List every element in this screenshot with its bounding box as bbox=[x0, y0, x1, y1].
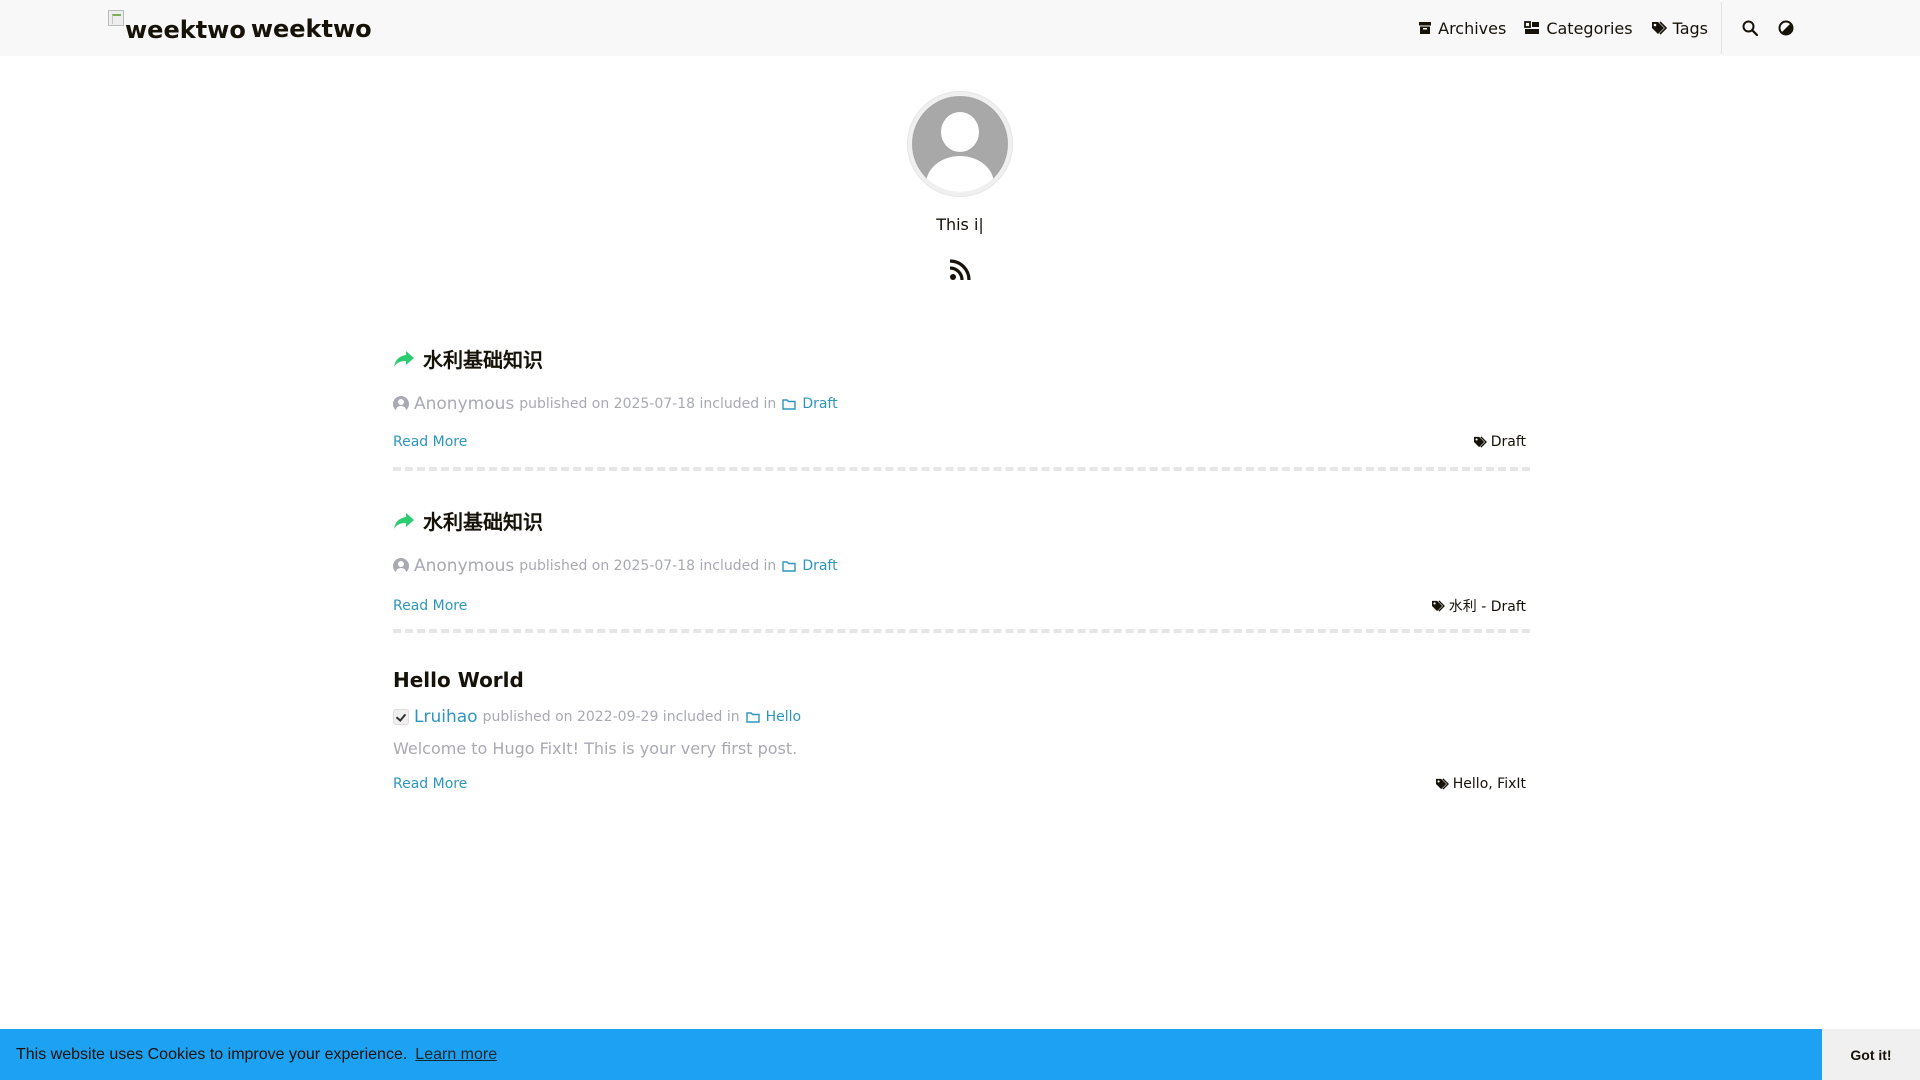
folder-icon bbox=[782, 561, 797, 572]
folder-icon bbox=[745, 712, 760, 723]
post-divider bbox=[393, 467, 1530, 471]
theme-toggle-button[interactable] bbox=[1768, 0, 1804, 56]
tags-icon bbox=[1435, 778, 1449, 790]
post-category-link[interactable]: Draft bbox=[782, 396, 838, 412]
post-author: Anonymous bbox=[414, 394, 515, 414]
nav-separator bbox=[1721, 2, 1722, 54]
share-arrow-icon bbox=[394, 512, 414, 529]
theme-toggle-icon bbox=[1778, 20, 1794, 36]
post-divider bbox=[393, 629, 1530, 633]
site-header: weektwo weektwo Archives Categories Tags bbox=[0, 0, 1920, 56]
tags-icon bbox=[1473, 436, 1487, 448]
nav-tags[interactable]: Tags bbox=[1651, 19, 1708, 38]
read-more-link[interactable]: Read More bbox=[393, 776, 467, 792]
broken-image-icon bbox=[108, 10, 124, 26]
read-more-link[interactable]: Read More bbox=[393, 434, 467, 450]
site-title[interactable]: weektwo bbox=[251, 15, 372, 43]
post-summary: 水利基础知识 Anonymous published on 2025-07-18… bbox=[393, 506, 1530, 616]
profile-subtitle: This i| bbox=[936, 215, 984, 234]
search-button[interactable] bbox=[1732, 0, 1768, 56]
post-meta: Anonymous published on 2025-07-18 includ… bbox=[393, 556, 1530, 576]
post-title[interactable]: Hello World bbox=[393, 668, 1530, 692]
cookie-learn-more-link[interactable]: Learn more bbox=[415, 1046, 497, 1064]
default-user-avatar bbox=[912, 96, 1008, 192]
folder-icon bbox=[782, 399, 797, 410]
post-title[interactable]: 水利基础知识 bbox=[393, 506, 1530, 535]
author-avatar-icon bbox=[393, 709, 409, 725]
post-category-link[interactable]: Draft bbox=[782, 558, 838, 574]
post-date: published on 2025-07-18 included in bbox=[519, 396, 777, 412]
post-date: published on 2022-09-29 included in bbox=[482, 709, 740, 725]
read-more-link[interactable]: Read More bbox=[393, 598, 467, 614]
post-summary: 水利基础知识 Anonymous published on 2025-07-18… bbox=[393, 344, 1530, 450]
post-title[interactable]: 水利基础知识 bbox=[393, 344, 1530, 373]
site-logo[interactable]: weektwo bbox=[108, 10, 246, 44]
post-tags[interactable]: 水利 - Draft bbox=[1431, 596, 1526, 616]
post-tags[interactable]: Draft bbox=[1473, 434, 1526, 450]
rss-link[interactable] bbox=[949, 259, 971, 285]
nav-archives[interactable]: Archives bbox=[1418, 19, 1506, 38]
post-author: Anonymous bbox=[414, 556, 515, 576]
post-summary: Hello World Lruihao published on 2022-09… bbox=[393, 668, 1530, 792]
post-footer: Read More 水利 - Draft bbox=[393, 596, 1530, 616]
rss-icon bbox=[949, 259, 971, 281]
post-footer: Read More Hello, FixIt bbox=[393, 776, 1530, 792]
search-icon bbox=[1742, 20, 1758, 36]
profile-avatar[interactable] bbox=[907, 91, 1013, 197]
tags-icon bbox=[1431, 600, 1445, 612]
main-nav: Archives Categories Tags bbox=[1400, 0, 1804, 56]
cookie-consent-bar: This website uses Cookies to improve you… bbox=[0, 1029, 1920, 1080]
archive-icon bbox=[1419, 22, 1432, 34]
cookie-message: This website uses Cookies to improve you… bbox=[16, 1045, 408, 1063]
site-brand[interactable]: weektwo weektwo bbox=[108, 2, 372, 52]
post-summary-text: Welcome to Hugo FixIt! This is your very… bbox=[393, 739, 798, 758]
tags-icon bbox=[1651, 21, 1667, 35]
cookie-accept-button[interactable]: Got it! bbox=[1822, 1029, 1920, 1080]
author-avatar-icon bbox=[393, 396, 409, 412]
post-date: published on 2025-07-18 included in bbox=[519, 558, 777, 574]
post-author-link[interactable]: Lruihao bbox=[414, 707, 478, 727]
share-arrow-icon bbox=[394, 350, 414, 367]
post-category-link[interactable]: Hello bbox=[745, 709, 801, 725]
nav-categories[interactable]: Categories bbox=[1524, 19, 1633, 38]
categories-icon bbox=[1524, 21, 1540, 34]
post-tags[interactable]: Hello, FixIt bbox=[1435, 776, 1526, 792]
post-meta: Lruihao published on 2022-09-29 included… bbox=[393, 707, 1530, 727]
author-avatar-icon bbox=[393, 558, 409, 574]
post-footer: Read More Draft bbox=[393, 434, 1530, 450]
post-meta: Anonymous published on 2025-07-18 includ… bbox=[393, 394, 1530, 414]
